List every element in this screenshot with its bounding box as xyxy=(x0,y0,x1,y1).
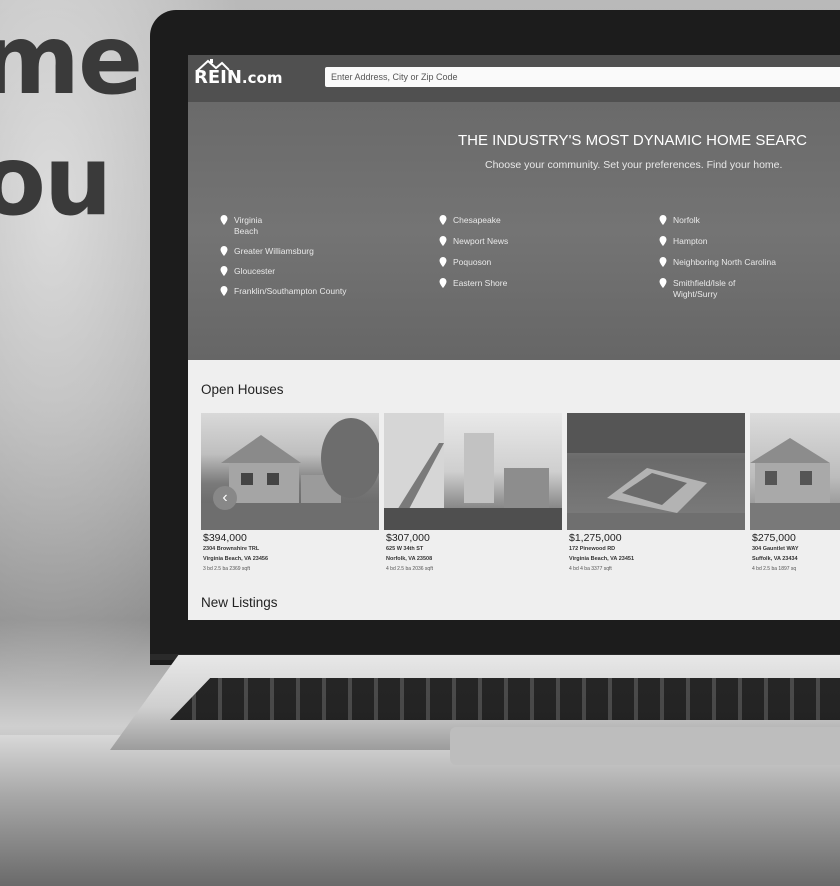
community-link-franklin-southampton[interactable]: Franklin/Southampton County xyxy=(220,286,347,297)
carousel-prev-button[interactable]: ‹ xyxy=(213,486,237,510)
logo-suffix: .com xyxy=(241,69,283,87)
listing-city: Norfolk, VA 23508 xyxy=(386,556,433,562)
map-pin-icon xyxy=(220,215,228,225)
site-logo[interactable]: REIN.com xyxy=(194,59,283,88)
listing-photo: ‹ xyxy=(201,413,379,530)
house-photo-graphic xyxy=(201,418,379,530)
headline-line-1: me xyxy=(0,4,143,116)
community-label: Newport News xyxy=(453,236,509,246)
community-link-smithfield[interactable]: Smithfield/Isle of Wight/Surry xyxy=(659,278,736,300)
interior-photo-graphic xyxy=(384,413,562,530)
community-link-greater-williamsburg[interactable]: Greater Williamsburg xyxy=(220,246,314,257)
community-link-newport-news[interactable]: Newport News xyxy=(439,236,509,247)
house-photo-graphic xyxy=(750,438,840,530)
listing-card[interactable]: $1,275,000 172 Pinewood RD Virginia Beac… xyxy=(567,413,747,579)
community-label: Norfolk xyxy=(673,215,700,225)
listing-address: 625 W 34th ST xyxy=(386,546,424,552)
headline-line-2: ou xyxy=(0,125,112,237)
map-pin-icon xyxy=(220,266,228,276)
listing-address: 172 Pinewood RD xyxy=(569,546,616,552)
hero-title: THE INDUSTRY'S MOST DYNAMIC HOME SEARC xyxy=(458,132,808,149)
listing-price: $1,275,000 xyxy=(569,532,622,544)
hero-banner: THE INDUSTRY'S MOST DYNAMIC HOME SEARC C… xyxy=(188,102,840,360)
map-pin-icon xyxy=(220,286,228,296)
house-roof-icon xyxy=(196,59,230,72)
listing-price: $307,000 xyxy=(386,532,430,544)
community-link-poquoson[interactable]: Poquoson xyxy=(439,257,492,268)
laptop-trackpad xyxy=(450,727,840,765)
map-pin-icon xyxy=(220,246,228,256)
community-label: Smithfield/Isle of xyxy=(673,278,736,288)
map-pin-icon xyxy=(439,278,447,288)
map-pin-icon xyxy=(439,215,447,225)
map-pin-icon xyxy=(659,215,667,225)
map-pin-icon xyxy=(439,257,447,267)
community-link-virginia-beach[interactable]: Virginia Beach xyxy=(220,215,263,237)
community-label: Poquoson xyxy=(453,257,492,267)
community-label-line-2: Beach xyxy=(234,226,259,236)
listing-meta: 4 bd 4 ba 3377 sqft xyxy=(569,566,612,572)
listing-city: Virginia Beach, VA 23451 xyxy=(569,556,635,562)
community-link-neighboring-north-carolina[interactable]: Neighboring North Carolina xyxy=(659,257,777,268)
listing-photo xyxy=(384,413,562,530)
community-link-gloucester[interactable]: Gloucester xyxy=(220,266,276,277)
listing-meta: 4 bd 2.5 ba 2036 sqft xyxy=(386,566,433,572)
community-label: Neighboring North Carolina xyxy=(673,257,777,267)
map-pin-icon xyxy=(659,236,667,246)
listing-meta: 4 bd 2.5 ba 1897 sq xyxy=(752,566,797,572)
hero-subtitle: Choose your community. Set your preferen… xyxy=(485,159,783,171)
community-link-chesapeake[interactable]: Chesapeake xyxy=(439,215,501,226)
new-listings-heading: New Listings xyxy=(201,595,278,610)
listing-card[interactable]: ‹ $394,000 2304 Brownshire TRL Virginia … xyxy=(201,413,381,579)
laptop-screen: REIN.com Enter Address, City or Zip Code… xyxy=(188,55,840,620)
search-input[interactable]: Enter Address, City or Zip Code xyxy=(325,67,840,87)
community-link-norfolk[interactable]: Norfolk xyxy=(659,215,700,226)
listing-card[interactable]: $307,000 625 W 34th ST Norfolk, VA 23508… xyxy=(384,413,564,579)
map-pin-icon xyxy=(659,257,667,267)
map-pin-icon xyxy=(659,278,667,288)
listing-address: 304 Gauntlet WAY xyxy=(752,546,799,552)
listing-meta: 3 bd 2.5 ba 2369 sqft xyxy=(203,566,250,572)
community-label: Virginia xyxy=(234,215,263,225)
community-label: Chesapeake xyxy=(453,215,501,225)
listing-photo xyxy=(567,413,745,530)
laptop-keyboard xyxy=(170,678,840,720)
open-houses-heading: Open Houses xyxy=(201,382,284,397)
community-label: Eastern Shore xyxy=(453,278,508,288)
listing-city: Suffolk, VA 23434 xyxy=(752,556,798,562)
community-label: Hampton xyxy=(673,236,708,246)
listing-photo xyxy=(750,413,840,530)
listing-card[interactable]: $275,000 304 Gauntlet WAY Suffolk, VA 23… xyxy=(750,413,840,579)
community-label: Gloucester xyxy=(234,266,276,276)
community-label: Greater Williamsburg xyxy=(234,246,314,256)
listing-address: 2304 Brownshire TRL xyxy=(203,546,260,552)
site-header: REIN.com Enter Address, City or Zip Code xyxy=(188,55,840,102)
community-link-eastern-shore[interactable]: Eastern Shore xyxy=(439,278,508,289)
listing-price: $394,000 xyxy=(203,532,247,544)
community-link-hampton[interactable]: Hampton xyxy=(659,236,708,247)
map-pin-icon xyxy=(439,236,447,246)
aerial-photo-graphic xyxy=(567,413,745,530)
community-label-line-2: Wight/Surry xyxy=(673,289,718,299)
listing-city: Virginia Beach, VA 23456 xyxy=(203,556,269,562)
community-label: Franklin/Southampton County xyxy=(234,286,347,296)
listing-price: $275,000 xyxy=(752,532,796,544)
